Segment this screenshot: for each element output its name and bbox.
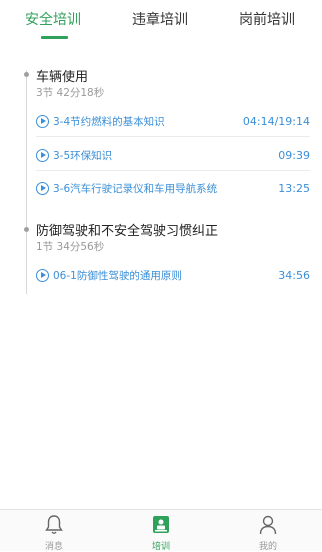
- play-circle-icon: [36, 148, 49, 162]
- nav-label: 消息: [44, 542, 63, 552]
- lesson-duration: 13:25: [278, 181, 310, 195]
- play-circle-icon: [36, 114, 49, 128]
- lesson-duration: 09:39: [278, 148, 310, 162]
- lesson-item[interactable]: 06-1防御性驾驶的通用原则 34:56: [36, 266, 310, 284]
- tab-violation-training[interactable]: 违章培训: [125, 10, 195, 30]
- divider: [36, 136, 310, 137]
- lesson-title: 06-1防御性驾驶的通用原则: [53, 269, 182, 282]
- lesson-item[interactable]: 3-6汽车行驶记录仪和车用导航系统 13:25: [36, 179, 310, 197]
- section-title: 车辆使用: [36, 70, 89, 85]
- user-icon: [259, 515, 277, 535]
- lesson-duration: 04:14/19:14: [242, 114, 310, 128]
- timeline-line: [26, 70, 27, 294]
- play-circle-icon: [36, 181, 49, 195]
- lesson-item[interactable]: 3-4节约燃料的基本知识 04:14/19:14: [36, 112, 310, 130]
- lesson-item[interactable]: 3-5环保知识 09:39: [36, 146, 310, 164]
- bell-icon: [45, 515, 63, 534]
- lesson-title: 3-6汽车行驶记录仪和车用导航系统: [53, 182, 218, 195]
- lesson-title: 3-5环保知识: [53, 149, 113, 162]
- section-meta: 1节 34分56秒: [36, 241, 105, 253]
- timeline-dot: [24, 72, 29, 77]
- training-icon: [153, 516, 169, 533]
- top-tab-bar: 安全培训 违章培训 岗前培训: [0, 0, 322, 40]
- bottom-nav-bar: 消息 培训 我的: [0, 509, 322, 552]
- tab-pre-job-training[interactable]: 岗前培训: [232, 10, 302, 30]
- timeline-dot: [24, 227, 29, 232]
- divider: [36, 170, 310, 171]
- nav-label: 我的: [258, 542, 277, 552]
- nav-messages[interactable]: 消息: [24, 512, 84, 552]
- nav-my-profile[interactable]: 我的: [238, 512, 298, 552]
- section-title: 防御驾驶和不安全驾驶习惯纠正: [36, 224, 219, 239]
- lesson-title: 3-4节约燃料的基本知识: [53, 115, 165, 128]
- tab-safety-training[interactable]: 安全培训: [18, 10, 88, 30]
- active-tab-indicator: [41, 36, 68, 39]
- nav-training[interactable]: 培训: [131, 512, 191, 552]
- section-meta: 3节 42分18秒: [36, 87, 105, 99]
- play-circle-icon: [36, 268, 49, 282]
- lesson-duration: 34:56: [278, 268, 310, 282]
- nav-label: 培训: [151, 542, 170, 552]
